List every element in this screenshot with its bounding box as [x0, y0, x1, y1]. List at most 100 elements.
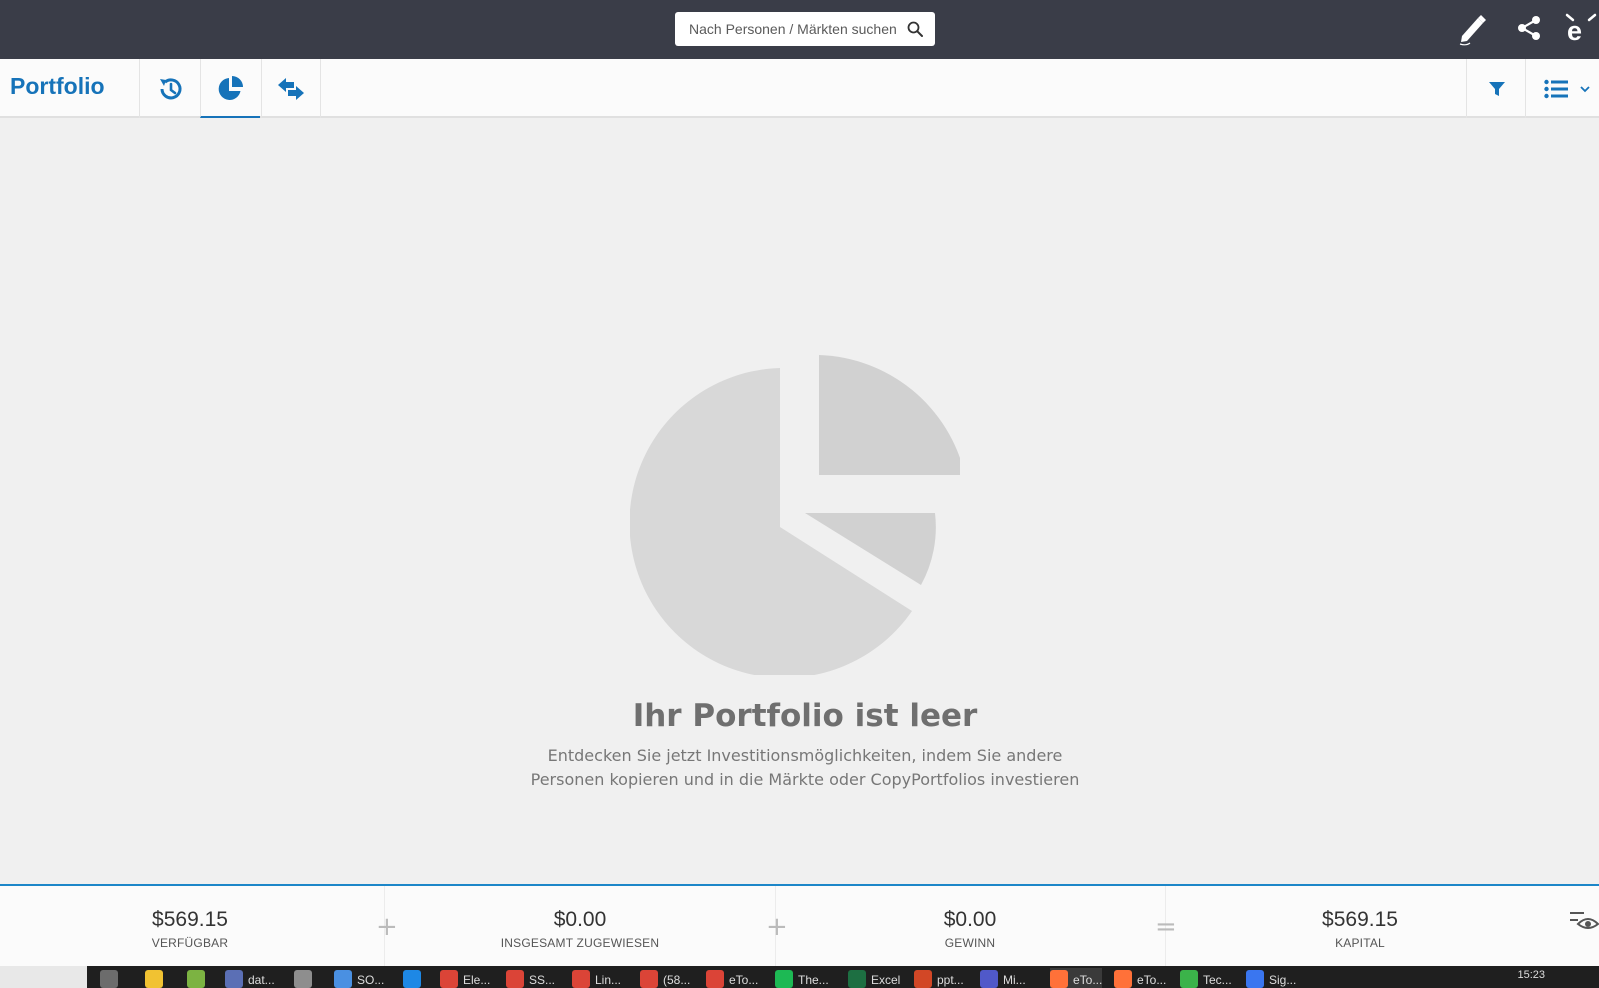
taskbar-item[interactable]: eTo...	[706, 968, 758, 988]
empty-portfolio: Ihr Portfolio ist leer Entdecken Sie jet…	[0, 120, 1599, 884]
taskbar-item[interactable]: Ele...	[440, 968, 490, 988]
page-title: Portfolio	[10, 73, 105, 99]
taskbar-item-label: SO...	[357, 973, 385, 987]
app-icon	[100, 970, 118, 988]
taskbar-item[interactable]: The...	[775, 968, 829, 988]
stat-equity: $569.15 KAPITAL	[1230, 908, 1490, 950]
taskbar-item[interactable]: eTo...	[1114, 968, 1166, 988]
app-icon	[640, 970, 658, 988]
os-taskbar: dat... SO... Ele... SS... Lin... (58... eTo...…	[0, 966, 1599, 988]
taskbar-item-label: Tec...	[1203, 973, 1232, 987]
search-box[interactable]	[675, 12, 935, 46]
stat-label: KAPITAL	[1335, 936, 1385, 950]
taskbar-item[interactable]: Tec...	[1180, 968, 1232, 988]
stat-label: INSGESAMT ZUGEWIESEN	[500, 936, 660, 950]
pie-chart-icon	[218, 75, 243, 100]
stat-value: $0.00	[553, 908, 607, 931]
app-icon	[187, 970, 205, 988]
taskbar-item[interactable]: Sig...	[1246, 968, 1296, 988]
taskbar-item[interactable]: Excel	[848, 968, 900, 988]
empty-description: Entdecken Sie jetzt Investitionsmöglichk…	[0, 744, 1599, 792]
empty-description-line1: Entdecken Sie jetzt Investitionsmöglichk…	[547, 746, 1063, 765]
share-icon[interactable]	[1511, 10, 1547, 46]
app-icon	[572, 970, 590, 988]
taskbar-item[interactable]: dat...	[225, 968, 275, 988]
tab-history[interactable]	[139, 59, 199, 118]
taskbar-item-label: dat...	[248, 973, 275, 987]
tab-allocation[interactable]	[200, 59, 260, 118]
chevron-down-icon	[1580, 85, 1590, 92]
app-icon	[440, 970, 458, 988]
taskbar-item-label: SS...	[529, 973, 556, 987]
taskbar-item[interactable]: ppt...	[914, 968, 964, 988]
taskbar-item-label: Mi...	[1003, 973, 1026, 987]
hide-balance-button[interactable]	[1570, 910, 1599, 939]
taskbar-item[interactable]	[187, 968, 205, 988]
stat-allocated: $0.00 INSGESAMT ZUGEWIESEN	[450, 908, 710, 950]
stat-label: GEWINN	[944, 936, 996, 950]
taskbar-item-label: eTo...	[1137, 973, 1167, 987]
list-view-button[interactable]	[1525, 59, 1599, 118]
taskbar-item[interactable]: SS...	[506, 968, 555, 988]
top-bar: e	[0, 0, 1599, 59]
equals-operator: =	[1155, 912, 1177, 942]
portfolio-header: Portfolio	[0, 59, 1599, 118]
taskbar-item-label: ppt...	[937, 973, 964, 987]
taskbar-clock: 15:23	[1517, 969, 1545, 981]
app-icon	[1050, 970, 1068, 988]
app-icon	[775, 970, 793, 988]
balance-footer: $569.15 VERFÜGBAR + $0.00 INSGESAMT ZUGE…	[0, 884, 1599, 968]
stat-value: $569.15	[152, 908, 228, 931]
stat-profit: $0.00 GEWINN	[840, 908, 1100, 950]
stat-label: VERFÜGBAR	[151, 936, 229, 950]
taskbar-search-area[interactable]	[0, 966, 87, 988]
taskbar-item-label: Sig...	[1269, 973, 1297, 987]
taskbar-item[interactable]	[294, 968, 312, 988]
list-view-icon	[1544, 79, 1568, 98]
taskbar-item[interactable]: Mi...	[980, 968, 1026, 988]
app-icon	[1180, 970, 1198, 988]
app-icon	[1246, 970, 1264, 988]
taskbar-item[interactable]: Lin...	[572, 968, 621, 988]
stat-available: $569.15 VERFÜGBAR	[60, 908, 320, 950]
stat-value: $0.00	[943, 908, 997, 931]
taskbar-item[interactable]: (58...	[640, 968, 690, 988]
taskbar-item-label: Lin...	[595, 973, 622, 987]
search-input[interactable]	[689, 21, 905, 37]
tab-transfers[interactable]	[261, 59, 321, 118]
plus-operator: +	[766, 912, 788, 942]
taskbar-item[interactable]	[145, 968, 163, 988]
taskbar-item-label: eTo...	[1073, 973, 1103, 987]
taskbar-item[interactable]	[403, 968, 421, 988]
app-icon	[145, 970, 163, 988]
empty-description-line2: Personen kopieren und in die Märkte oder…	[530, 770, 1080, 789]
taskbar-item-label: eTo...	[729, 973, 759, 987]
taskbar-item-label: Excel	[871, 973, 901, 987]
taskbar-item-label: The...	[798, 973, 829, 987]
app-icon	[914, 970, 932, 988]
app-icon	[706, 970, 724, 988]
taskbar-item[interactable]: eTo...	[1050, 968, 1103, 988]
eye-icon	[1570, 912, 1599, 929]
etoro-logo-icon[interactable]: e	[1563, 10, 1599, 46]
filter-button[interactable]	[1466, 59, 1526, 118]
app-icon	[980, 970, 998, 988]
taskbar-item-label: (58...	[663, 973, 691, 987]
taskbar-item-label: Ele...	[463, 973, 491, 987]
app-icon	[334, 970, 352, 988]
empty-pie-icon	[630, 355, 960, 675]
history-icon	[159, 77, 181, 99]
filter-icon	[1488, 81, 1505, 96]
edit-icon[interactable]	[1454, 10, 1490, 46]
app-icon	[848, 970, 866, 988]
arrows-swap-icon	[278, 77, 304, 100]
stat-value: $569.15	[1322, 908, 1398, 931]
app-icon	[294, 970, 312, 988]
search-icon[interactable]	[907, 21, 923, 37]
plus-operator: +	[376, 912, 398, 942]
app-icon	[225, 970, 243, 988]
svg-text:e: e	[1567, 16, 1582, 45]
taskbar-item[interactable]	[100, 968, 118, 988]
empty-title: Ihr Portfolio ist leer	[632, 698, 978, 734]
taskbar-item[interactable]: SO...	[334, 968, 384, 988]
